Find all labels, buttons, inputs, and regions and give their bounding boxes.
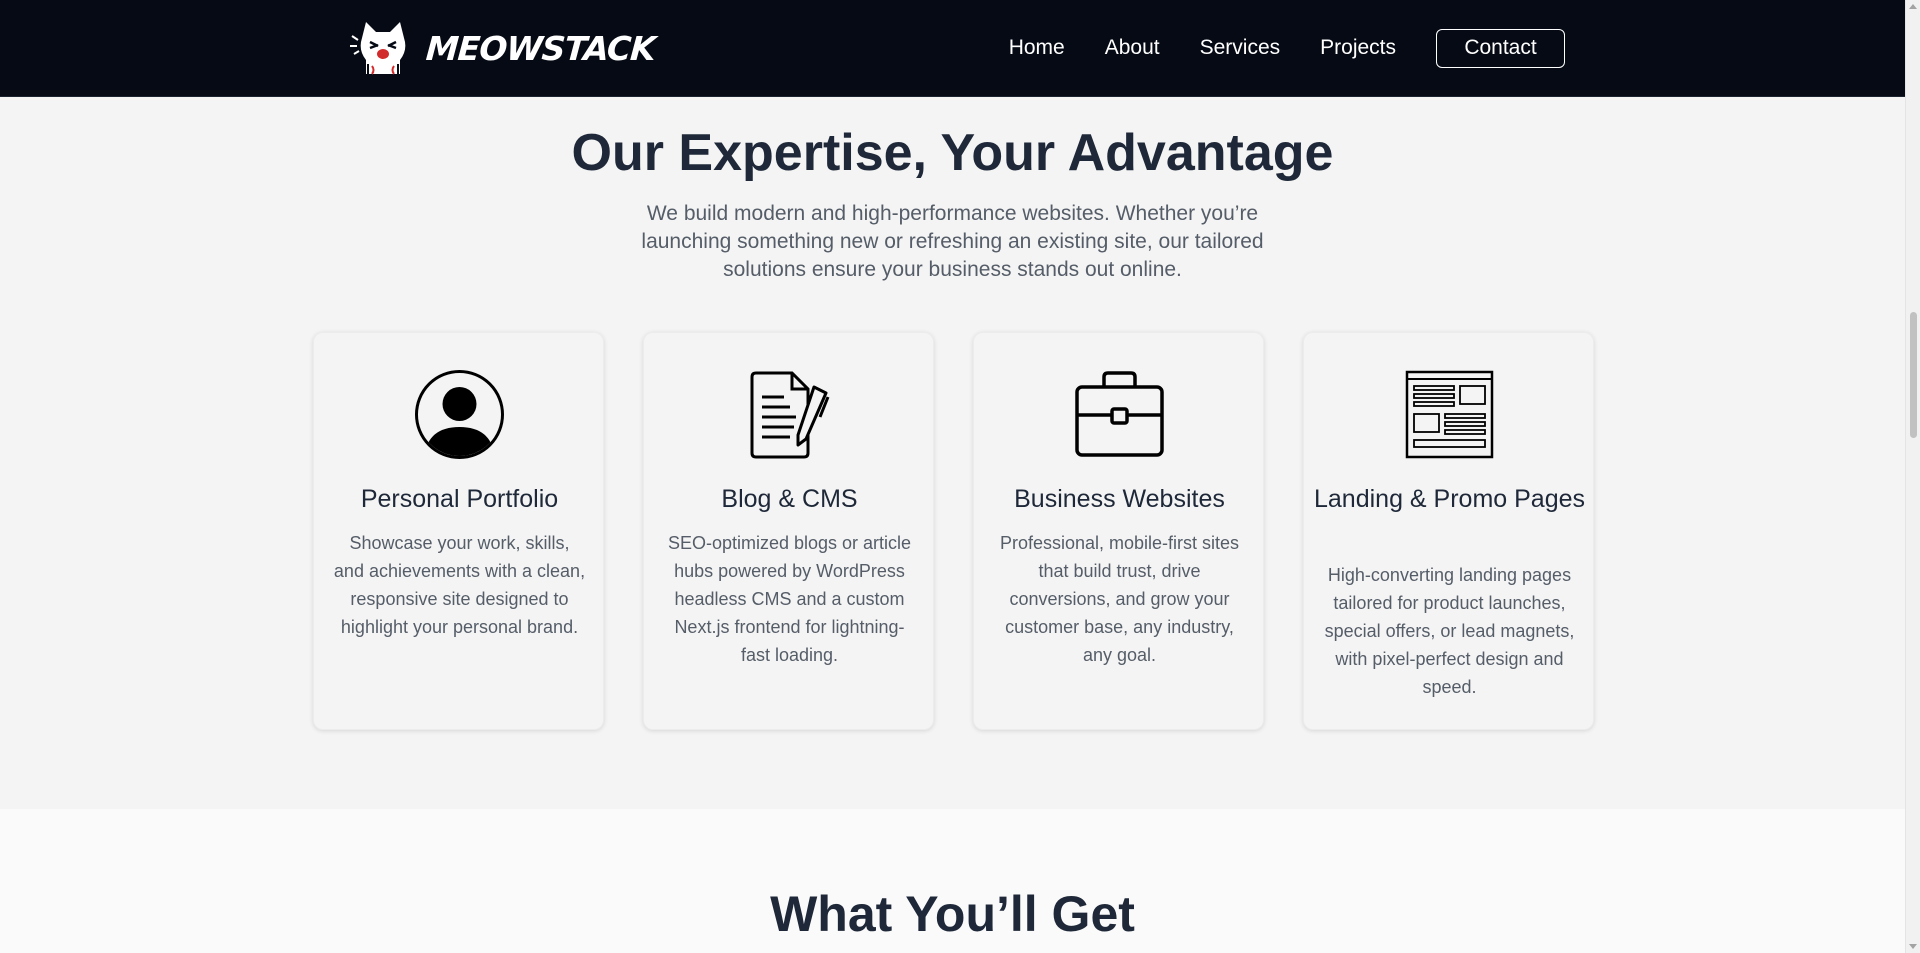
service-card-landing-pages: Landing & Promo Pages High-converting la… bbox=[1303, 332, 1594, 730]
site-header: MEOWSTACK Home About Services Projects C… bbox=[0, 0, 1905, 97]
expertise-title: Our Expertise, Your Advantage bbox=[571, 124, 1334, 182]
scroll-down-arrow-icon[interactable] bbox=[1909, 944, 1917, 949]
brand-logo[interactable]: MEOWSTACK bbox=[348, 20, 657, 76]
expertise-section: Our Expertise, Your Advantage We build m… bbox=[0, 97, 1905, 809]
main-nav: Home About Services Projects Contact bbox=[1009, 28, 1565, 68]
nav-about[interactable]: About bbox=[1105, 28, 1160, 68]
service-card-personal-portfolio: Personal Portfolio Showcase your work, s… bbox=[313, 332, 604, 730]
briefcase-icon bbox=[1075, 371, 1164, 457]
nav-home[interactable]: Home bbox=[1009, 28, 1065, 68]
cat-mascot-icon bbox=[350, 22, 406, 75]
card-description: SEO-optimized blogs or article hubs powe… bbox=[667, 533, 912, 665]
scroll-up-arrow-icon[interactable] bbox=[1909, 4, 1917, 9]
nav-projects[interactable]: Projects bbox=[1320, 28, 1396, 68]
newspaper-layout-icon bbox=[1405, 370, 1494, 459]
what-you-get-section: What You’ll Get bbox=[0, 809, 1905, 953]
card-title: Blog & CMS bbox=[721, 485, 858, 513]
nav-services[interactable]: Services bbox=[1200, 28, 1281, 68]
service-card-blog-cms: Blog & CMS SEO-optimized blogs or articl… bbox=[643, 332, 934, 730]
card-description: Professional, mobile-first sites that bu… bbox=[999, 533, 1240, 665]
brand-name: MEOWSTACK bbox=[424, 28, 657, 68]
service-card-business-websites: Business Websites Professional, mobile-f… bbox=[973, 332, 1264, 730]
card-title: Business Websites bbox=[1014, 485, 1225, 513]
card-description: High-converting landing pages tailored f… bbox=[1324, 565, 1575, 697]
expertise-subtitle: We build modern and high-performance web… bbox=[641, 202, 1264, 281]
card-title: Landing & Promo Pages bbox=[1314, 485, 1586, 513]
what-you-get-title: What You’ll Get bbox=[770, 886, 1135, 942]
card-description: Showcase your work, skills, and achievem… bbox=[333, 533, 586, 637]
page-scrollbar[interactable] bbox=[1905, 0, 1920, 953]
scrollbar-thumb[interactable] bbox=[1910, 312, 1917, 438]
contact-button[interactable]: Contact bbox=[1436, 28, 1565, 68]
document-pen-icon bbox=[750, 371, 830, 459]
card-title: Personal Portfolio bbox=[360, 485, 559, 513]
user-circle-icon bbox=[415, 370, 504, 459]
